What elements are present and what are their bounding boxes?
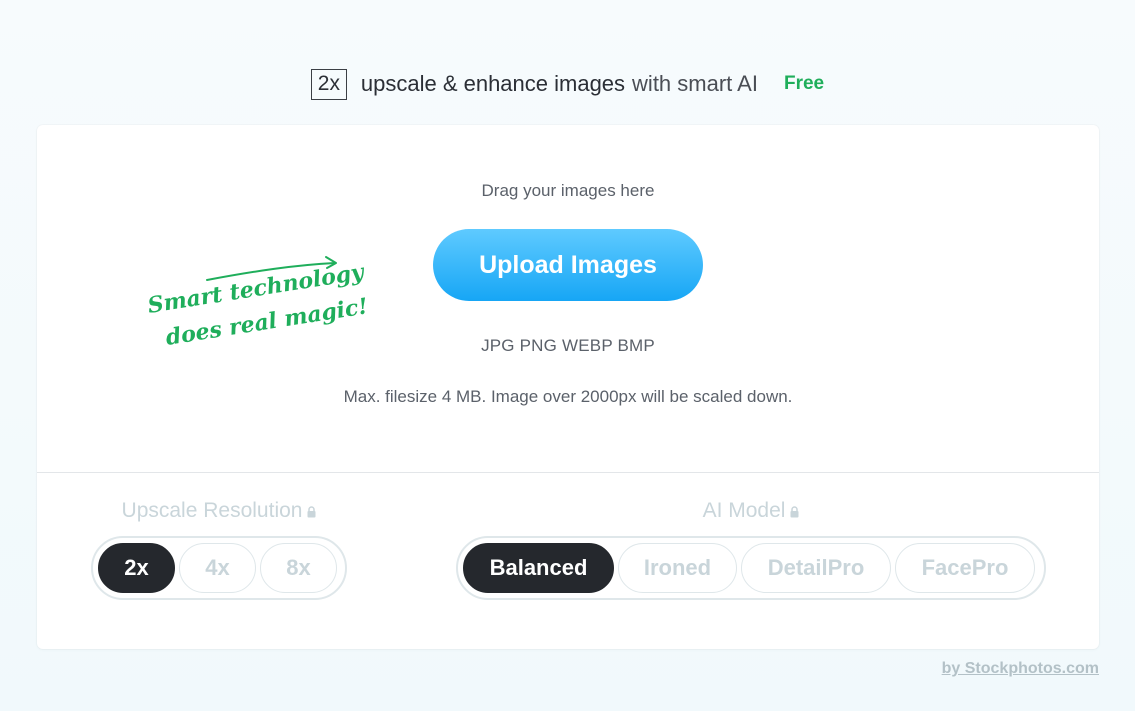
drop-zone[interactable]: Drag your images here Upload Images JPG … — [37, 125, 1099, 472]
upload-card: Drag your images here Upload Images JPG … — [37, 125, 1099, 649]
file-limits: Max. filesize 4 MB. Image over 2000px wi… — [343, 387, 793, 406]
lock-icon — [307, 506, 316, 518]
resolution-selector: 2x 4x 8x — [91, 536, 347, 600]
card-divider — [37, 472, 1099, 473]
model-label: AI Model — [456, 499, 1046, 523]
upload-images-button[interactable]: Upload Images — [433, 229, 703, 301]
resolution-option-2x[interactable]: 2x — [98, 543, 175, 593]
resolution-label-text: Upscale Resolution — [121, 499, 303, 522]
free-badge: Free — [783, 73, 825, 94]
attribution-link[interactable]: by Stockphotos.com — [942, 660, 1099, 678]
page-header: 2x upscale & enhance images with smart A… — [0, 66, 1135, 102]
model-option-facepro[interactable]: FacePro — [895, 543, 1035, 593]
lock-icon — [790, 506, 799, 518]
resolution-option-4x[interactable]: 4x — [179, 543, 256, 593]
model-option-balanced[interactable]: Balanced — [463, 543, 614, 593]
model-selector: Balanced Ironed DetailPro FacePro — [456, 536, 1046, 600]
model-option-detailpro[interactable]: DetailPro — [741, 543, 891, 593]
title-main: upscale & enhance images — [360, 71, 626, 96]
title-secondary: with smart AI — [632, 71, 758, 96]
handwritten-annotation: Smart technology does real magic! — [146, 256, 365, 351]
model-option-ironed[interactable]: Ironed — [618, 543, 737, 593]
drag-hint: Drag your images here — [481, 181, 655, 200]
scale-badge: 2x — [310, 68, 347, 100]
resolution-option-8x[interactable]: 8x — [260, 543, 337, 593]
resolution-label: Upscale Resolution — [91, 499, 347, 523]
model-label-text: AI Model — [702, 499, 786, 522]
